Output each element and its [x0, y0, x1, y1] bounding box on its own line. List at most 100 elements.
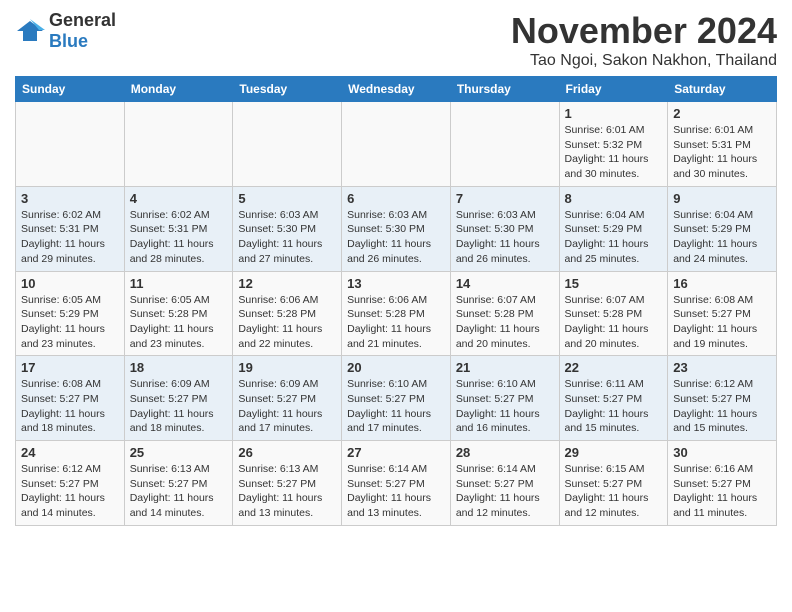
day-info: Sunrise: 6:11 AM Sunset: 5:27 PM Dayligh…: [565, 377, 663, 436]
calendar-cell: 20 Sunrise: 6:10 AM Sunset: 5:27 PM Dayli…: [342, 356, 451, 441]
day-number: 29: [565, 445, 663, 460]
calendar-cell: 19Sunrise: 6:09 AM Sunset: 5:27 PM Dayli…: [233, 356, 342, 441]
calendar-cell: 29 Sunrise: 6:15 AM Sunset: 5:27 PM Dayli…: [559, 441, 668, 526]
day-number: 1: [565, 106, 663, 121]
day-info: Sunrise: 6:06 AM Sunset: 5:28 PM Dayligh…: [238, 293, 336, 352]
day-number: 20: [347, 360, 445, 375]
month-title: November 2024: [511, 10, 777, 52]
day-info: Sunrise: 6:03 AM Sunset: 5:30 PM Dayligh…: [347, 208, 445, 267]
calendar-cell: 17 Sunrise: 6:08 AM Sunset: 5:27 PM Dayli…: [16, 356, 125, 441]
day-number: 18: [130, 360, 228, 375]
calendar-cell: 22 Sunrise: 6:11 AM Sunset: 5:27 PM Dayli…: [559, 356, 668, 441]
logo-text: General Blue: [49, 10, 116, 52]
day-number: 14: [456, 276, 554, 291]
day-info: Sunrise: 6:07 AM Sunset: 5:28 PM Dayligh…: [565, 293, 663, 352]
calendar-cell: [233, 102, 342, 187]
calendar-week-row: 3 Sunrise: 6:02 AM Sunset: 5:31 PM Daylig…: [16, 186, 777, 271]
day-info: Sunrise: 6:06 AM Sunset: 5:28 PM Dayligh…: [347, 293, 445, 352]
day-number: 17: [21, 360, 119, 375]
day-number: 7: [456, 191, 554, 206]
day-number: 9: [673, 191, 771, 206]
day-number: 2: [673, 106, 771, 121]
calendar-cell: 26 Sunrise: 6:13 AM Sunset: 5:27 PM Dayli…: [233, 441, 342, 526]
day-info: Sunrise: 6:05 AM Sunset: 5:28 PM Dayligh…: [130, 293, 228, 352]
day-number: 30: [673, 445, 771, 460]
day-info: Sunrise: 6:15 AM Sunset: 5:27 PM Dayligh…: [565, 462, 663, 521]
calendar-cell: 9 Sunrise: 6:04 AM Sunset: 5:29 PM Daylig…: [668, 186, 777, 271]
calendar-week-row: 17 Sunrise: 6:08 AM Sunset: 5:27 PM Dayli…: [16, 356, 777, 441]
logo-blue: Blue: [49, 31, 88, 51]
day-info: Sunrise: 6:01 AM Sunset: 5:31 PM Dayligh…: [673, 123, 771, 182]
calendar-cell: [124, 102, 233, 187]
calendar-cell: 25 Sunrise: 6:13 AM Sunset: 5:27 PM Dayli…: [124, 441, 233, 526]
calendar-cell: 6Sunrise: 6:03 AM Sunset: 5:30 PM Daylig…: [342, 186, 451, 271]
day-info: Sunrise: 6:13 AM Sunset: 5:27 PM Dayligh…: [238, 462, 336, 521]
weekday-header: Saturday: [668, 77, 777, 102]
day-number: 25: [130, 445, 228, 460]
calendar-cell: 4 Sunrise: 6:02 AM Sunset: 5:31 PM Daylig…: [124, 186, 233, 271]
calendar-cell: 10Sunrise: 6:05 AM Sunset: 5:29 PM Dayli…: [16, 271, 125, 356]
day-number: 8: [565, 191, 663, 206]
calendar-week-row: 10Sunrise: 6:05 AM Sunset: 5:29 PM Dayli…: [16, 271, 777, 356]
calendar-cell: 7 Sunrise: 6:03 AM Sunset: 5:30 PM Daylig…: [450, 186, 559, 271]
day-number: 3: [21, 191, 119, 206]
day-number: 21: [456, 360, 554, 375]
day-number: 26: [238, 445, 336, 460]
calendar-cell: 18 Sunrise: 6:09 AM Sunset: 5:27 PM Dayli…: [124, 356, 233, 441]
day-number: 13: [347, 276, 445, 291]
day-info: Sunrise: 6:05 AM Sunset: 5:29 PM Dayligh…: [21, 293, 119, 352]
weekday-header-row: SundayMondayTuesdayWednesdayThursdayFrid…: [16, 77, 777, 102]
day-info: Sunrise: 6:03 AM Sunset: 5:30 PM Dayligh…: [456, 208, 554, 267]
day-number: 22: [565, 360, 663, 375]
day-info: Sunrise: 6:04 AM Sunset: 5:29 PM Dayligh…: [565, 208, 663, 267]
day-info: Sunrise: 6:13 AM Sunset: 5:27 PM Dayligh…: [130, 462, 228, 521]
day-info: Sunrise: 6:12 AM Sunset: 5:27 PM Dayligh…: [673, 377, 771, 436]
day-number: 15: [565, 276, 663, 291]
calendar-cell: 23 Sunrise: 6:12 AM Sunset: 5:27 PM Dayli…: [668, 356, 777, 441]
weekday-header: Monday: [124, 77, 233, 102]
day-number: 11: [130, 276, 228, 291]
calendar-cell: 5Sunrise: 6:03 AM Sunset: 5:30 PM Daylig…: [233, 186, 342, 271]
logo: General Blue: [15, 10, 116, 52]
weekday-header: Friday: [559, 77, 668, 102]
day-info: Sunrise: 6:07 AM Sunset: 5:28 PM Dayligh…: [456, 293, 554, 352]
calendar-cell: 30 Sunrise: 6:16 AM Sunset: 5:27 PM Dayli…: [668, 441, 777, 526]
calendar-cell: 11 Sunrise: 6:05 AM Sunset: 5:28 PM Dayli…: [124, 271, 233, 356]
calendar-cell: 1Sunrise: 6:01 AM Sunset: 5:32 PM Daylig…: [559, 102, 668, 187]
day-info: Sunrise: 6:04 AM Sunset: 5:29 PM Dayligh…: [673, 208, 771, 267]
day-number: 16: [673, 276, 771, 291]
day-info: Sunrise: 6:08 AM Sunset: 5:27 PM Dayligh…: [21, 377, 119, 436]
calendar-cell: 16 Sunrise: 6:08 AM Sunset: 5:27 PM Dayli…: [668, 271, 777, 356]
day-number: 23: [673, 360, 771, 375]
day-number: 24: [21, 445, 119, 460]
calendar-cell: 24 Sunrise: 6:12 AM Sunset: 5:27 PM Dayli…: [16, 441, 125, 526]
day-info: Sunrise: 6:02 AM Sunset: 5:31 PM Dayligh…: [21, 208, 119, 267]
calendar-cell: 12 Sunrise: 6:06 AM Sunset: 5:28 PM Dayli…: [233, 271, 342, 356]
location-subtitle: Tao Ngoi, Sakon Nakhon, Thailand: [511, 52, 777, 70]
day-info: Sunrise: 6:10 AM Sunset: 5:27 PM Dayligh…: [347, 377, 445, 436]
day-info: Sunrise: 6:12 AM Sunset: 5:27 PM Dayligh…: [21, 462, 119, 521]
day-info: Sunrise: 6:09 AM Sunset: 5:27 PM Dayligh…: [238, 377, 336, 436]
calendar-week-row: 24 Sunrise: 6:12 AM Sunset: 5:27 PM Dayli…: [16, 441, 777, 526]
day-number: 27: [347, 445, 445, 460]
calendar-cell: 14 Sunrise: 6:07 AM Sunset: 5:28 PM Dayli…: [450, 271, 559, 356]
day-info: Sunrise: 6:09 AM Sunset: 5:27 PM Dayligh…: [130, 377, 228, 436]
logo-general: General: [49, 10, 116, 30]
day-info: Sunrise: 6:16 AM Sunset: 5:27 PM Dayligh…: [673, 462, 771, 521]
calendar-cell: 8 Sunrise: 6:04 AM Sunset: 5:29 PM Daylig…: [559, 186, 668, 271]
day-info: Sunrise: 6:02 AM Sunset: 5:31 PM Dayligh…: [130, 208, 228, 267]
day-info: Sunrise: 6:14 AM Sunset: 5:27 PM Dayligh…: [456, 462, 554, 521]
calendar-cell: 2 Sunrise: 6:01 AM Sunset: 5:31 PM Daylig…: [668, 102, 777, 187]
calendar-cell: 21 Sunrise: 6:10 AM Sunset: 5:27 PM Dayli…: [450, 356, 559, 441]
weekday-header: Sunday: [16, 77, 125, 102]
calendar-week-row: 1Sunrise: 6:01 AM Sunset: 5:32 PM Daylig…: [16, 102, 777, 187]
weekday-header: Tuesday: [233, 77, 342, 102]
calendar-cell: [342, 102, 451, 187]
day-number: 12: [238, 276, 336, 291]
title-area: November 2024 Tao Ngoi, Sakon Nakhon, Th…: [511, 10, 777, 70]
day-info: Sunrise: 6:08 AM Sunset: 5:27 PM Dayligh…: [673, 293, 771, 352]
day-info: Sunrise: 6:03 AM Sunset: 5:30 PM Dayligh…: [238, 208, 336, 267]
calendar-cell: 3 Sunrise: 6:02 AM Sunset: 5:31 PM Daylig…: [16, 186, 125, 271]
day-info: Sunrise: 6:10 AM Sunset: 5:27 PM Dayligh…: [456, 377, 554, 436]
day-number: 4: [130, 191, 228, 206]
